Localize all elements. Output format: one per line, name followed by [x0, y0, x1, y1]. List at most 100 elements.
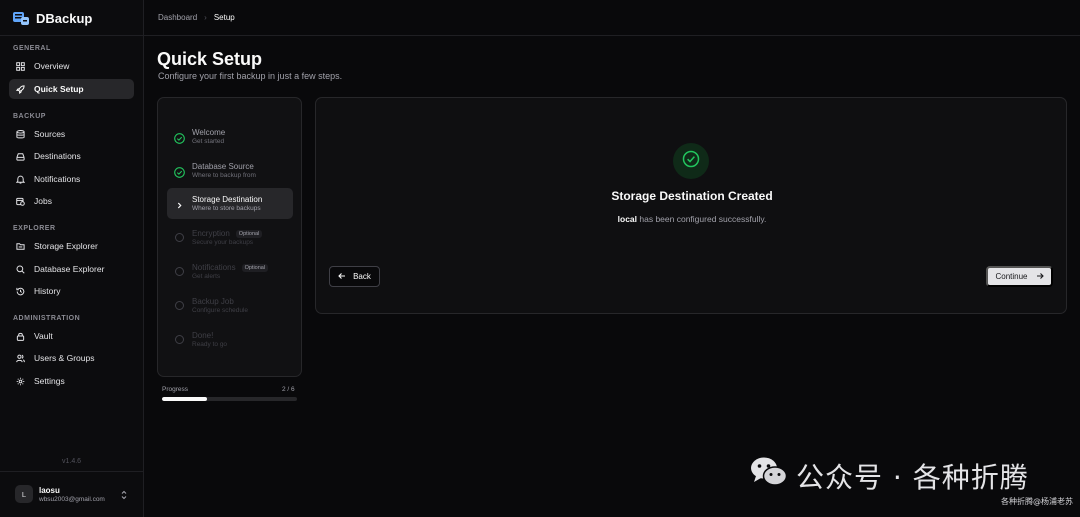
database-logo-icon [13, 11, 29, 25]
destination-name: local [617, 214, 638, 224]
circle-icon [174, 334, 185, 345]
step-welcome[interactable]: Welcome Get started [167, 121, 293, 152]
gear-icon [16, 377, 25, 386]
back-button-label: Back [353, 272, 371, 281]
step-subtitle: Where to store backups [192, 205, 261, 212]
progress-count: 2 / 6 [282, 386, 295, 393]
sidebar-item-sources[interactable]: Sources [9, 124, 134, 144]
sidebar-item-label: Quick Setup [34, 84, 84, 94]
calendar-clock-icon [16, 197, 25, 206]
page-title: Quick Setup [157, 49, 263, 69]
circle-icon [174, 300, 185, 311]
chevron-right-icon [174, 198, 185, 209]
sidebar-item-label: History [34, 286, 61, 296]
sidebar: DBackup GENERAL Overview Quick Setup BAC… [0, 0, 144, 517]
search-db-icon [16, 264, 25, 274]
result-title: Storage Destination Created [611, 189, 773, 203]
sidebar-item-label: Destinations [34, 151, 81, 161]
top-bar: Dashboard › Setup [144, 0, 1080, 36]
sidebar-item-users-groups[interactable]: Users & Groups [9, 348, 134, 368]
sidebar-item-database-explorer[interactable]: Database Explorer [9, 259, 134, 279]
step-subtitle: Secure your backups [192, 239, 254, 246]
section-label-administration: ADMINISTRATION [13, 315, 81, 322]
arrow-right-icon [1036, 272, 1044, 282]
progress-fill [162, 397, 207, 401]
grid-icon [16, 61, 25, 71]
step-title: Backup Job [192, 297, 234, 306]
steps-panel: Welcome Get started Database Source Wher… [157, 97, 302, 377]
sidebar-item-label: Jobs [34, 196, 52, 206]
sidebar-item-label: Sources [34, 129, 66, 139]
app-version: v1.4.6 [62, 458, 82, 465]
step-subtitle: Get alerts [192, 273, 221, 280]
step-subtitle: Where to backup from [192, 172, 256, 179]
sidebar-item-label: Overview [34, 61, 70, 71]
step-title: Welcome [192, 128, 226, 137]
sidebar-item-destinations[interactable]: Destinations [9, 146, 134, 166]
sidebar-item-storage-explorer[interactable]: Storage Explorer [9, 236, 134, 256]
step-backup-job: Backup Job Configure schedule [167, 290, 293, 321]
back-button[interactable]: Back [329, 266, 380, 287]
app-name: DBackup [36, 10, 93, 26]
sidebar-item-jobs[interactable]: Jobs [9, 191, 134, 211]
step-database-source[interactable]: Database Source Where to backup from [167, 155, 293, 186]
step-notifications: Notifications Optional Get alerts [167, 256, 293, 287]
watermark-text: 公众号 · 各种折腾 [796, 461, 1029, 494]
wechat-logo-icon [750, 456, 788, 488]
sidebar-item-overview[interactable]: Overview [9, 56, 134, 76]
circle-icon [174, 232, 185, 243]
progress-bar [162, 397, 297, 401]
step-title: Storage Destination [192, 195, 263, 204]
avatar: L [15, 485, 33, 503]
watermark-subtext: 各种折腾@杨浦老苏 [1001, 497, 1073, 506]
section-label-backup: BACKUP [13, 113, 46, 120]
users-icon [16, 354, 25, 363]
database-icon [16, 129, 25, 139]
divider [0, 471, 144, 472]
step-storage-destination[interactable]: Storage Destination Where to store backu… [167, 188, 293, 219]
progress-label: Progress [162, 386, 189, 393]
sidebar-item-history[interactable]: History [9, 281, 134, 301]
success-badge [673, 143, 709, 179]
step-subtitle: Configure schedule [192, 307, 249, 314]
step-subtitle: Ready to go [192, 341, 228, 348]
bell-icon [16, 175, 25, 184]
folder-search-icon [16, 242, 25, 251]
breadcrumb: Dashboard › Setup [158, 13, 235, 22]
sidebar-item-quick-setup[interactable]: Quick Setup [9, 79, 134, 99]
circle-icon [174, 266, 185, 277]
breadcrumb-dashboard[interactable]: Dashboard [158, 13, 197, 22]
section-label-explorer: EXPLORER [13, 225, 56, 232]
step-title: Done! [192, 331, 214, 340]
breadcrumb-current: Setup [213, 13, 235, 22]
chevron-right-icon: › [204, 13, 207, 22]
user-email: wbsu2003@gmail.com [39, 495, 105, 503]
lock-icon [16, 332, 25, 341]
sidebar-item-notifications[interactable]: Notifications [9, 169, 134, 189]
user-name: laosu [39, 485, 60, 495]
sidebar-item-vault[interactable]: Vault [9, 326, 134, 346]
optional-badge: Optional [241, 263, 269, 272]
step-title: Database Source [192, 162, 254, 171]
history-icon [16, 287, 25, 296]
check-circle-icon [682, 150, 700, 173]
optional-badge: Optional [235, 229, 263, 238]
sidebar-item-label: Database Explorer [34, 264, 105, 274]
step-subtitle: Get started [192, 138, 225, 145]
result-message-text: has been configured successfully. [637, 214, 767, 224]
check-circle-icon [174, 165, 185, 178]
check-circle-icon [174, 131, 185, 144]
step-title: Notifications [192, 263, 236, 272]
chevrons-up-down-icon [120, 488, 128, 500]
arrow-left-icon [338, 272, 346, 282]
sidebar-item-label: Users & Groups [34, 353, 95, 363]
page-subtitle: Configure your first backup in just a fe… [158, 71, 343, 81]
hard-drive-icon [16, 152, 25, 161]
sidebar-item-label: Notifications [34, 174, 81, 184]
continue-button[interactable]: Continue [986, 266, 1053, 287]
brand[interactable]: DBackup [13, 10, 92, 26]
step-title: Encryption [192, 229, 230, 238]
sidebar-item-label: Vault [34, 331, 53, 341]
user-menu[interactable]: L laosu wbsu2003@gmail.com [15, 483, 133, 505]
sidebar-item-settings[interactable]: Settings [9, 371, 134, 391]
